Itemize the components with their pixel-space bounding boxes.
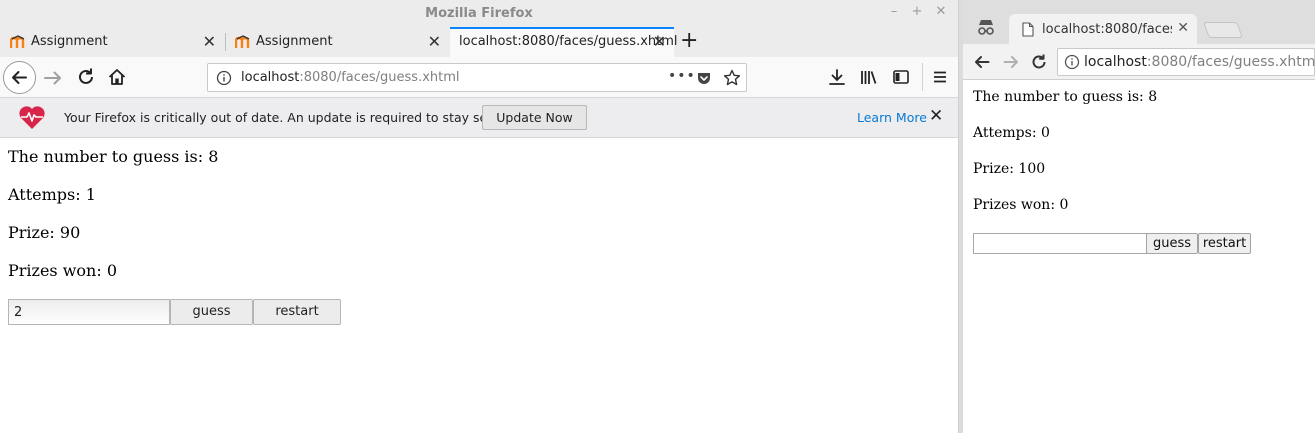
firefox-tab-strip: Assignment ✕ Assignment ✕ localhost:8080… bbox=[0, 27, 958, 57]
bookmark-star-icon[interactable] bbox=[723, 69, 741, 87]
guess-button[interactable]: guess bbox=[170, 299, 253, 325]
back-arrow-icon[interactable] bbox=[973, 53, 991, 71]
maximize-button[interactable]: + bbox=[910, 5, 924, 19]
notification-close-icon[interactable]: ✕ bbox=[929, 106, 943, 126]
back-button[interactable] bbox=[3, 61, 36, 94]
url-bar[interactable]: localhost:8080/faces/guess.xhtml ••• bbox=[207, 63, 747, 92]
omnibox[interactable]: localhost:8080/faces/guess.xhtml bbox=[1057, 48, 1315, 76]
url-path: :8080/faces/guess.xhtml bbox=[299, 70, 460, 85]
reload-icon[interactable] bbox=[1030, 53, 1048, 71]
chrome-tab-guess[interactable]: localhost:8080/faces/guess.xhtml ✕ bbox=[1009, 14, 1197, 44]
tab-close-icon[interactable]: ✕ bbox=[1177, 20, 1189, 36]
firefox-titlebar: Mozilla Firefox – + ✕ bbox=[0, 0, 958, 27]
guess-input[interactable] bbox=[8, 299, 170, 325]
new-tab-button[interactable]: + bbox=[680, 28, 698, 53]
url-host: localhost bbox=[241, 70, 300, 85]
url-host: localhost bbox=[1084, 54, 1147, 70]
tab-label: localhost:8080/faces/guess.xhtml bbox=[459, 34, 678, 49]
chrome-page-content: The number to guess is: 8 Attemps: 0 Pri… bbox=[963, 81, 1315, 433]
guess-input[interactable] bbox=[973, 233, 1147, 254]
prize-text: Prize: 90 bbox=[8, 223, 81, 242]
update-now-button[interactable]: Update Now bbox=[482, 105, 587, 130]
chrome-window: localhost:8080/faces/guess.xhtml ✕ local… bbox=[963, 0, 1315, 433]
info-icon[interactable] bbox=[216, 70, 232, 86]
forward-icon[interactable] bbox=[1002, 53, 1020, 71]
url-text[interactable]: localhost:8080/faces/guess.xhtml bbox=[241, 70, 460, 85]
number-to-guess-text: The number to guess is: 8 bbox=[8, 147, 219, 166]
guess-button[interactable]: guess bbox=[1146, 233, 1198, 254]
attempts-text: Attemps: 0 bbox=[973, 125, 1050, 141]
firefox-window: Mozilla Firefox – + ✕ Assignment ✕ Assig… bbox=[0, 0, 958, 433]
moodle-icon bbox=[10, 35, 25, 48]
tab-close-icon[interactable]: ✕ bbox=[203, 32, 216, 51]
home-icon[interactable] bbox=[107, 67, 127, 87]
minimize-button[interactable]: – bbox=[887, 5, 901, 19]
menu-icon[interactable] bbox=[931, 68, 949, 86]
prize-text: Prize: 100 bbox=[973, 161, 1046, 177]
window-close-button[interactable]: ✕ bbox=[934, 5, 948, 19]
heart-icon bbox=[19, 106, 45, 129]
moodle-icon bbox=[235, 35, 250, 48]
firefox-page-content: The number to guess is: 8 Attemps: 1 Pri… bbox=[0, 139, 958, 433]
downloads-icon[interactable] bbox=[828, 68, 846, 86]
tab-assignment-2[interactable]: Assignment ✕ bbox=[225, 27, 449, 57]
firefox-nav-bar: localhost:8080/faces/guess.xhtml ••• bbox=[0, 57, 958, 98]
update-notification-bar: Your Firefox is critically out of date. … bbox=[0, 98, 958, 138]
sidebar-icon[interactable] bbox=[892, 68, 910, 86]
window-title: Mozilla Firefox bbox=[425, 6, 533, 21]
prizes-won-text: Prizes won: 0 bbox=[8, 261, 118, 280]
attempts-text: Attemps: 1 bbox=[8, 185, 96, 204]
pocket-icon[interactable] bbox=[696, 70, 712, 86]
tab-close-icon[interactable]: ✕ bbox=[653, 32, 666, 51]
tab-guess-active[interactable]: localhost:8080/faces/guess.xhtml ✕ bbox=[450, 27, 678, 57]
incognito-icon bbox=[978, 20, 994, 35]
notification-message: Your Firefox is critically out of date. … bbox=[64, 110, 519, 125]
library-icon[interactable] bbox=[860, 68, 878, 86]
restart-button[interactable]: restart bbox=[1198, 233, 1251, 254]
tab-label: Assignment bbox=[31, 34, 108, 49]
tab-label: Assignment bbox=[256, 34, 333, 49]
reload-icon[interactable] bbox=[76, 67, 96, 87]
document-icon bbox=[1022, 22, 1034, 37]
url-text[interactable]: localhost:8080/faces/guess.xhtml bbox=[1084, 54, 1315, 70]
learn-more-link[interactable]: Learn More bbox=[857, 110, 927, 125]
tab-assignment-1[interactable]: Assignment ✕ bbox=[0, 27, 224, 57]
url-path: :8080/faces/guess.xhtml bbox=[1146, 54, 1315, 70]
prizes-won-text: Prizes won: 0 bbox=[973, 197, 1069, 213]
back-arrow-icon bbox=[12, 71, 27, 84]
info-icon[interactable] bbox=[1064, 54, 1080, 70]
forward-icon[interactable] bbox=[42, 67, 64, 89]
new-tab-button[interactable] bbox=[1203, 22, 1243, 38]
chrome-toolbar: localhost:8080/faces/guess.xhtml bbox=[963, 44, 1315, 80]
restart-button[interactable]: restart bbox=[253, 299, 341, 325]
tab-close-icon[interactable]: ✕ bbox=[428, 32, 441, 51]
toolbar-separator bbox=[922, 63, 923, 91]
number-to-guess-text: The number to guess is: 8 bbox=[973, 89, 1158, 105]
tab-label: localhost:8080/faces/guess.xhtml bbox=[1042, 22, 1172, 37]
chrome-tab-strip: localhost:8080/faces/guess.xhtml ✕ bbox=[963, 0, 1315, 44]
page-actions-icon[interactable]: ••• bbox=[668, 68, 696, 84]
